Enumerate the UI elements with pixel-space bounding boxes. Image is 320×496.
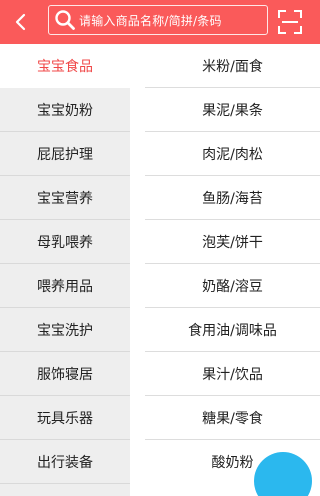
subcategory-item[interactable]: 食用油/调味品 (145, 308, 320, 352)
scan-button[interactable] (274, 6, 306, 38)
top-bar: 请输入商品名称/简拼/条码 (0, 0, 320, 44)
subcategory-item[interactable]: 鱼肠/海苔 (145, 176, 320, 220)
category-item-baby-formula[interactable]: 宝宝奶粉 (0, 88, 130, 132)
category-item-baby-food[interactable]: 宝宝食品 (0, 44, 130, 88)
category-item-baby-bath[interactable]: 宝宝洗护 (0, 308, 130, 352)
category-item-diaper-care[interactable]: 屁屁护理 (0, 132, 130, 176)
category-sidebar: 宝宝食品 宝宝奶粉 屁屁护理 宝宝营养 母乳喂养 喂养用品 宝宝洗护 服饰寝居 … (0, 44, 130, 496)
subcategory-item[interactable]: 泡芙/饼干 (145, 220, 320, 264)
category-item-breastfeeding[interactable]: 母乳喂养 (0, 220, 130, 264)
subcategory-list: 米粉/面食 果泥/果条 肉泥/肉松 鱼肠/海苔 泡芙/饼干 奶酪/溶豆 食用油/… (145, 44, 320, 496)
search-icon (51, 5, 79, 35)
back-arrow-icon (15, 13, 26, 31)
category-item-feeding-supplies[interactable]: 喂养用品 (0, 264, 130, 308)
search-input[interactable]: 请输入商品名称/简拼/条码 (48, 5, 268, 35)
subcategory-item[interactable]: 果泥/果条 (145, 88, 320, 132)
subcategory-item[interactable]: 肉泥/肉松 (145, 132, 320, 176)
subcategory-item[interactable]: 果汁/饮品 (145, 352, 320, 396)
category-browser: 宝宝食品 宝宝奶粉 屁屁护理 宝宝营养 母乳喂养 喂养用品 宝宝洗护 服饰寝居 … (0, 44, 320, 496)
category-item-travel-gear[interactable]: 出行装备 (0, 440, 130, 484)
back-button[interactable] (6, 6, 36, 38)
category-item-toys-instruments[interactable]: 玩具乐器 (0, 396, 130, 440)
category-item-baby-nutrition[interactable]: 宝宝营养 (0, 176, 130, 220)
subcategory-item[interactable]: 糖果/零食 (145, 396, 320, 440)
category-item-clothing-bedding[interactable]: 服饰寝居 (0, 352, 130, 396)
search-placeholder: 请输入商品名称/简拼/条码 (79, 13, 222, 28)
subcategory-item[interactable]: 米粉/面食 (145, 44, 320, 88)
subcategory-item[interactable]: 奶酪/溶豆 (145, 264, 320, 308)
scan-icon (278, 10, 302, 34)
